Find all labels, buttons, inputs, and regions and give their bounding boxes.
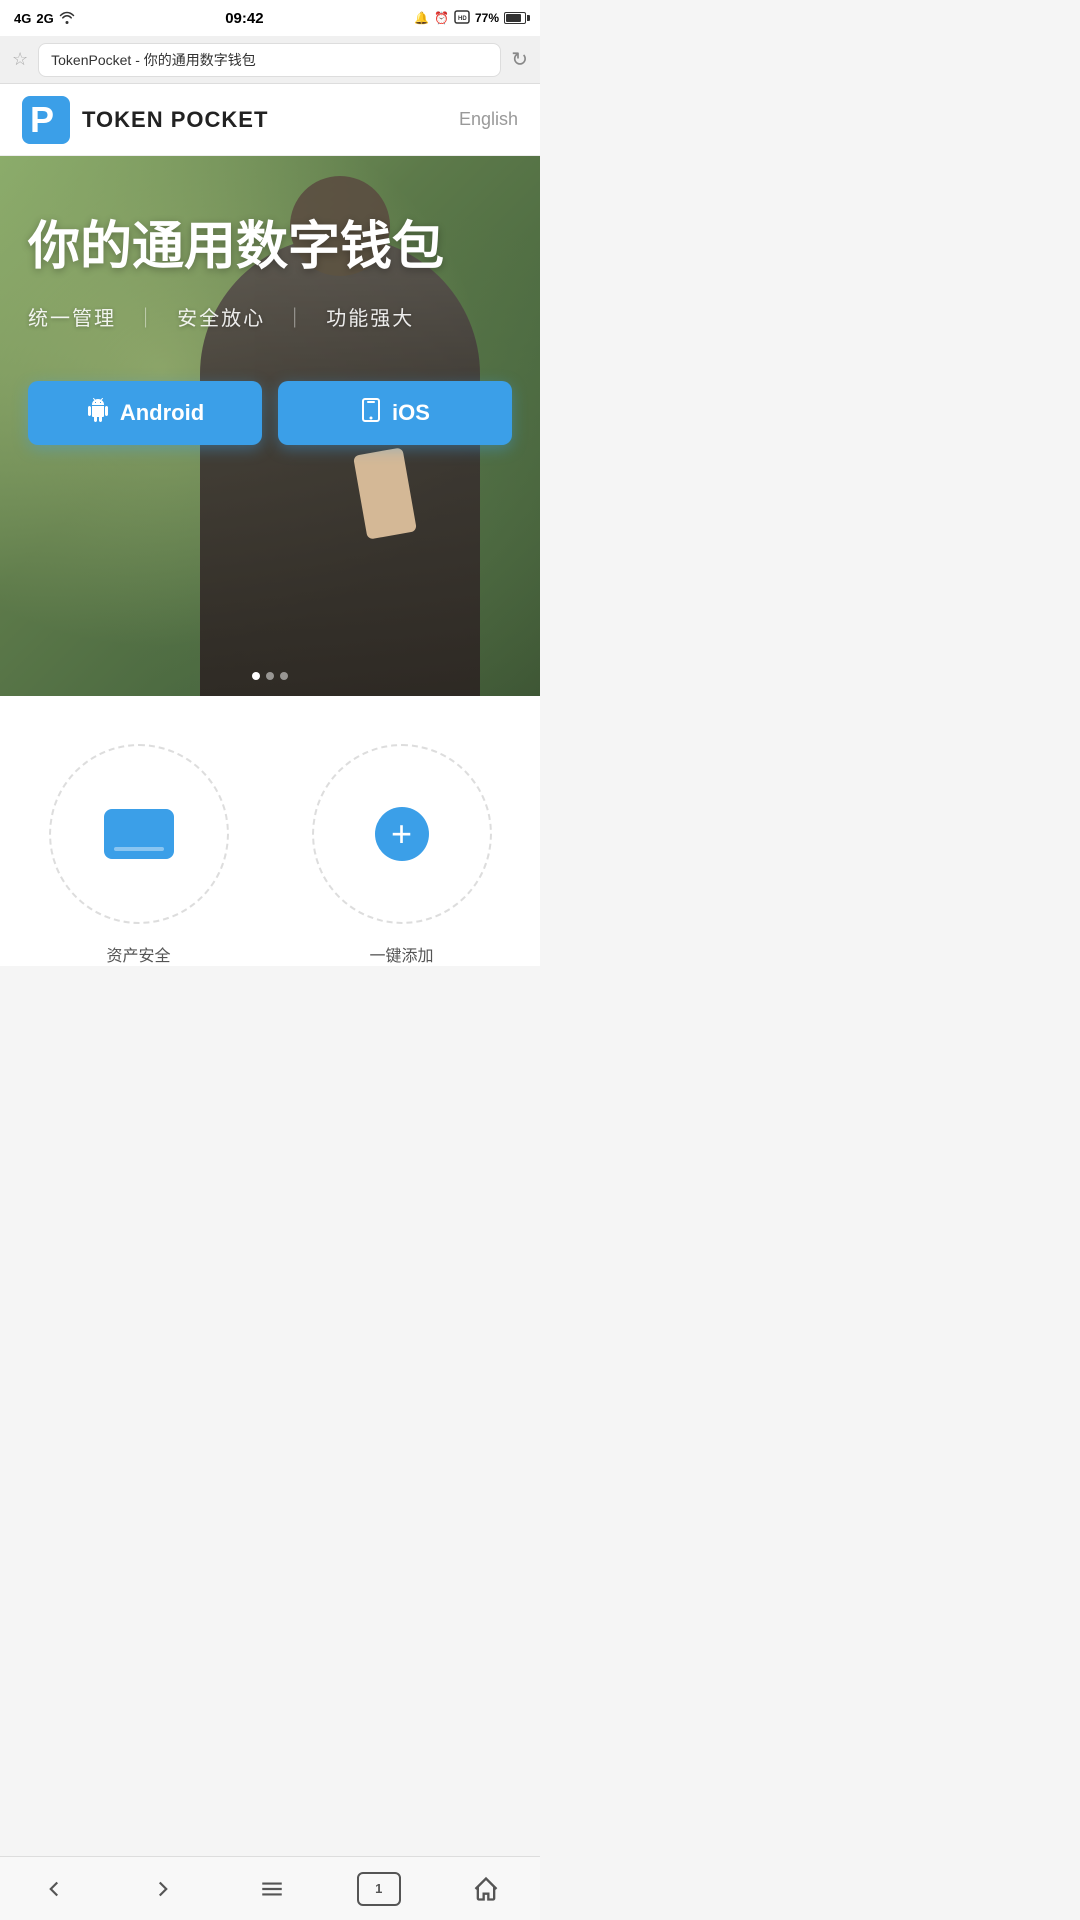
bottom-nav: 1 (0, 1856, 540, 1920)
signal-2g: 2G (36, 11, 53, 26)
logo-text: TOKEN POCKET (82, 107, 268, 133)
android-label: Android (120, 400, 204, 426)
feature-circle-1 (49, 744, 229, 924)
status-right-area: 🔔 ⏰ HD 77% (414, 10, 526, 27)
hero-subtitle: 统一管理 ｜ 安全放心 ｜ 功能强大 (28, 302, 512, 331)
clock-icon: ⏰ (434, 11, 449, 25)
feature-label-1: 资产安全 (106, 942, 170, 966)
dot-3 (280, 672, 288, 680)
ios-download-button[interactable]: iOS (278, 381, 512, 445)
ios-label: iOS (392, 400, 430, 426)
battery-percentage: 77% (475, 11, 499, 25)
refresh-icon[interactable]: ↻ (511, 47, 528, 72)
tab-count-button[interactable]: 1 (357, 1872, 401, 1906)
feature-label-2: 一键添加 (369, 942, 433, 966)
features-section: 资产安全 + 一键添加 (0, 696, 540, 966)
forward-button[interactable] (139, 1865, 187, 1913)
signal-4g: 4G (14, 11, 31, 26)
bookmark-icon[interactable]: ☆ (12, 49, 28, 70)
dot-2 (266, 672, 274, 680)
hero-title: 你的通用数字钱包 (28, 216, 512, 278)
feature-item-security: 资产安全 (22, 744, 255, 966)
carousel-dots (252, 672, 288, 680)
language-button[interactable]: English (459, 109, 518, 130)
alarm-icon: 🔔 (414, 11, 429, 25)
features-grid: 资产安全 + 一键添加 (22, 744, 518, 966)
subtitle-powerful: 功能强大 (326, 308, 414, 330)
phone-hd-icon: HD (454, 10, 470, 27)
subtitle-manage: 统一管理 (28, 308, 116, 330)
download-buttons: Android iOS (28, 381, 512, 445)
svg-text:HD: HD (458, 16, 467, 22)
subtitle-sep1: ｜ (136, 308, 158, 330)
hero-section: 你的通用数字钱包 统一管理 ｜ 安全放心 ｜ 功能强大 Android (0, 156, 540, 696)
subtitle-sep2: ｜ (285, 308, 307, 330)
logo-area: P TOKEN POCKET (22, 96, 268, 144)
logo-icon: P (22, 96, 70, 144)
home-button[interactable] (462, 1865, 510, 1913)
hero-content: 你的通用数字钱包 统一管理 ｜ 安全放心 ｜ 功能强大 Android (0, 156, 540, 445)
site-header: P TOKEN POCKET English (0, 84, 540, 156)
back-button[interactable] (30, 1865, 78, 1913)
wifi-icon (59, 10, 75, 27)
dot-1 (252, 672, 260, 680)
feature-item-add: + 一键添加 (285, 744, 518, 966)
plus-icon: + (375, 807, 429, 861)
menu-button[interactable] (248, 1865, 296, 1913)
feature-circle-2: + (312, 744, 492, 924)
android-download-button[interactable]: Android (28, 381, 262, 445)
status-signals: 4G 2G (14, 10, 75, 27)
status-time: 09:42 (225, 10, 263, 27)
browser-bar: ☆ TokenPocket - 你的通用数字钱包 ↻ (0, 36, 540, 84)
address-bar[interactable]: TokenPocket - 你的通用数字钱包 (38, 43, 501, 77)
ios-icon (360, 398, 382, 428)
card-icon (104, 809, 174, 859)
status-bar: 4G 2G 09:42 🔔 ⏰ HD 77% (0, 0, 540, 36)
android-icon (86, 398, 110, 428)
subtitle-safe: 安全放心 (177, 308, 265, 330)
battery-icon (504, 12, 526, 24)
svg-text:P: P (30, 99, 54, 140)
